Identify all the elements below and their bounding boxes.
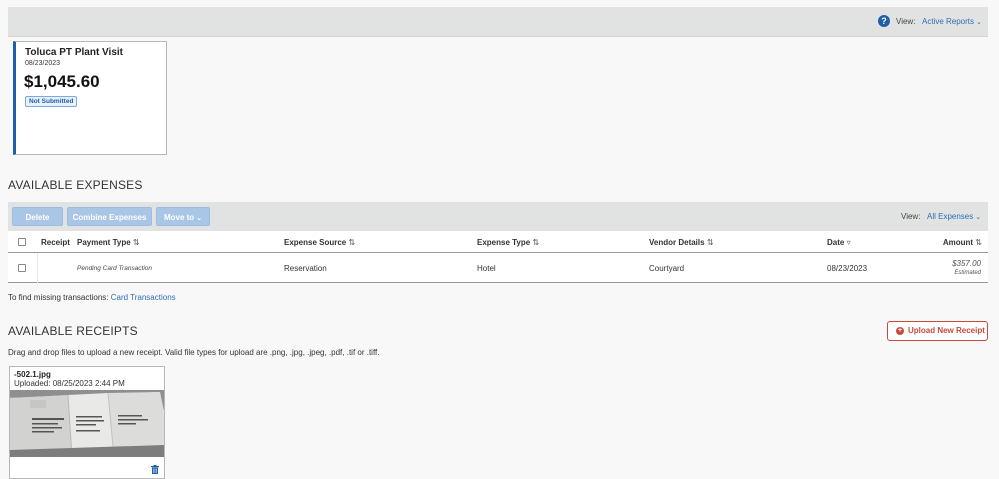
row-amount-note: Estimated [954,270,981,276]
expenses-toolbar: Delete Combine Expenses Move to ⌄ View: A… [8,202,988,231]
sort-icon: ⇅ [348,238,356,247]
sort-icon: ⇅ [975,238,982,247]
expenses-table-header: Receipt Payment Type ⇅ Expense Source ⇅ … [8,231,988,253]
missing-transactions: To find missing transactions: Card Trans… [8,293,176,302]
expenses-view-value: All Expenses [927,212,974,221]
report-date: 08/23/2023 [25,60,61,67]
chevron-down-icon: ⌄ [196,215,203,222]
row-payment-type: Pending Card Transaction [77,265,153,272]
missing-text: To find missing transactions: [8,293,109,302]
move-to-label: Move to [163,213,195,222]
chevron-down-icon: ⌄ [976,19,982,26]
upload-new-receipt-button[interactable]: + Upload New Receipt [887,321,988,341]
col-expense-source-label: Expense Source [284,238,347,247]
col-date-label: Date [827,238,845,247]
receipt-filename: -502.1.jpg [14,370,51,379]
sort-icon: ⇅ [532,238,540,247]
col-expense-type[interactable]: Expense Type ⇅ [477,238,539,247]
filter-sort-icon: ▿ [846,238,851,247]
col-payment-type-label: Payment Type [77,238,131,247]
status-badge: Not Submitted [25,96,78,107]
card-transactions-link[interactable]: Card Transactions [111,293,176,302]
receipt-uploaded: Uploaded: 08/25/2023 2:44 PM [14,379,125,388]
col-amount-label: Amount [942,238,974,247]
col-vendor-details-label: Vendor Details [649,238,705,247]
report-card[interactable]: Toluca PT Plant Visit 08/23/2023 $1,045.… [13,41,167,155]
row-expense-type: Hotel [477,264,496,273]
receipt-thumbnail[interactable] [10,390,164,457]
col-expense-type-label: Expense Type [477,238,531,247]
table-row[interactable]: Pending Card Transaction Reservation Hot… [8,253,988,283]
chevron-down-icon: ⌄ [975,214,982,221]
plus-circle-icon: + [896,327,904,335]
sort-icon: ⇅ [706,238,714,247]
col-amount[interactable]: Amount ⇅ [943,238,982,247]
trash-icon[interactable] [151,465,159,476]
receipt-cell [37,253,38,283]
drag-drop-instructions: Drag and drop files to upload a new rece… [8,348,380,357]
help-icon[interactable]: ? [878,15,890,27]
receipt-card[interactable]: -502.1.jpg Uploaded: 08/25/2023 2:44 PM [9,366,165,479]
col-date[interactable]: Date ▿ [827,238,851,247]
report-view-dropdown[interactable]: Active Reports ⌄ [922,17,982,26]
col-payment-type[interactable]: Payment Type ⇅ [77,238,140,247]
top-bar: ? View: Active Reports ⌄ [8,7,988,37]
col-receipt: Receipt [41,238,70,247]
report-amount: $1,045.60 [24,72,100,91]
combine-expenses-button[interactable]: Combine Expenses [67,207,152,226]
receipt-image [10,390,164,457]
available-expenses-title: AVAILABLE EXPENSES [8,178,143,192]
col-vendor-details[interactable]: Vendor Details ⇅ [649,238,714,247]
row-date: 08/23/2023 [827,264,868,273]
report-name: Toluca PT Plant Visit [25,47,123,58]
col-expense-source[interactable]: Expense Source ⇅ [284,238,355,247]
move-to-button[interactable]: Move to ⌄ [156,207,210,226]
row-vendor: Courtyard [649,264,685,273]
sort-icon: ⇅ [132,238,140,247]
upload-button-label: Upload New Receipt [908,326,985,335]
report-view-value: Active Reports [922,17,975,26]
row-checkbox[interactable] [18,264,26,272]
row-expense-source: Reservation [284,264,327,273]
report-view-label: View: [896,17,916,26]
delete-button[interactable]: Delete [12,207,63,226]
expenses-view-dropdown[interactable]: All Expenses ⌄ [927,212,981,221]
expenses-view-label: View: [901,212,921,221]
row-amount: $357.00 [952,259,981,268]
available-receipts-title: AVAILABLE RECEIPTS [8,324,138,338]
select-all-checkbox[interactable] [18,238,26,246]
